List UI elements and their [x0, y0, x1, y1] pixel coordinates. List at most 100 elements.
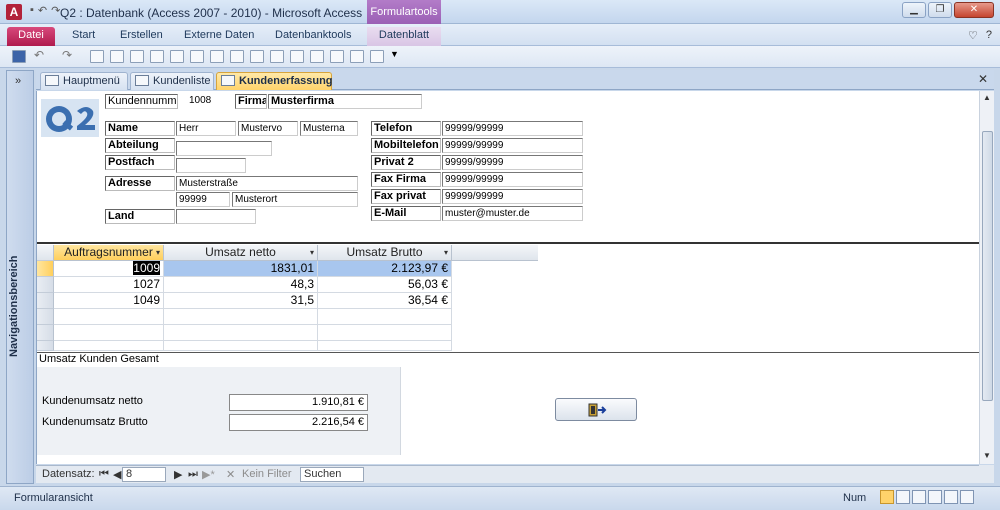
layout-view-icon[interactable] — [944, 490, 958, 504]
kundennummer-field[interactable]: 1008 — [187, 94, 227, 109]
group-icon[interactable] — [330, 50, 344, 63]
table-cell[interactable] — [164, 309, 318, 325]
column-header-auftragsnummer[interactable]: Auftragsnummer ▾ — [54, 245, 164, 261]
pivottable-view-icon[interactable] — [912, 490, 926, 504]
row-selector[interactable] — [37, 277, 54, 293]
scroll-down-icon[interactable]: ▼ — [983, 451, 991, 460]
table-cell[interactable]: 31,5 — [164, 293, 318, 309]
help-icon[interactable]: ? — [986, 29, 992, 42]
tab-externe-daten[interactable]: Externe Daten — [176, 27, 262, 46]
filter-dropdown-icon[interactable]: ▾ — [156, 245, 160, 260]
expand-ribbon-icon[interactable]: ♡ — [968, 29, 978, 42]
table-cell[interactable]: 1027 — [54, 277, 164, 293]
form-design-icon[interactable] — [90, 50, 104, 63]
close-window-icon[interactable]: ✕ — [954, 2, 994, 18]
ort-field[interactable]: Musterort — [232, 192, 358, 207]
undo-icon[interactable]: ↶ — [38, 4, 47, 17]
table-cell[interactable] — [318, 325, 452, 341]
ungroup-icon[interactable] — [350, 50, 364, 63]
redo-icon[interactable]: ↷ — [62, 48, 76, 62]
scroll-thumb[interactable] — [982, 131, 993, 401]
row-selector[interactable] — [37, 325, 54, 341]
align-right-icon[interactable] — [130, 50, 144, 63]
table-cell[interactable] — [164, 341, 318, 351]
minimize-icon[interactable]: ▁ — [902, 2, 926, 18]
scroll-up-icon[interactable]: ▲ — [983, 93, 991, 102]
table-cell[interactable] — [318, 309, 452, 325]
row-selector[interactable] — [37, 261, 54, 277]
fax-privat-field[interactable]: 99999/99999 — [442, 189, 583, 204]
table-cell[interactable] — [318, 341, 452, 351]
datasheet-view-icon[interactable] — [896, 490, 910, 504]
snap-icon[interactable] — [310, 50, 324, 63]
tab-kundenliste[interactable]: Kundenliste — [130, 72, 214, 90]
firma-field[interactable]: Musterfirma — [268, 94, 422, 109]
table-cell[interactable]: 1831,01 — [164, 261, 318, 277]
spacing-horizontal-icon[interactable] — [210, 50, 224, 63]
navigation-pane[interactable]: » Navigationsbereich — [6, 70, 34, 484]
column-header-umsatz-brutto[interactable]: Umsatz Brutto ▾ — [318, 245, 452, 261]
row-selector[interactable] — [37, 341, 54, 351]
tab-hauptmenue[interactable]: Hauptmenü — [40, 72, 128, 90]
tab-datenblatt[interactable]: Datenblatt — [367, 27, 441, 46]
nachname-field[interactable]: Musterna — [300, 121, 358, 136]
tab-erstellen[interactable]: Erstellen — [112, 27, 171, 46]
filter-dropdown-icon[interactable]: ▾ — [444, 245, 448, 260]
telefon-field[interactable]: 99999/99999 — [442, 121, 583, 136]
table-cell[interactable] — [54, 341, 164, 351]
last-record-icon[interactable]: ⏭ — [188, 468, 198, 481]
previous-record-icon[interactable]: ◀ — [113, 468, 121, 481]
align-top-icon[interactable] — [150, 50, 164, 63]
table-cell[interactable]: 48,3 — [164, 277, 318, 293]
restore-icon[interactable]: ❐ — [928, 2, 952, 18]
row-selector[interactable] — [37, 293, 54, 309]
first-record-icon[interactable]: ⏮ — [99, 468, 109, 481]
anchor-icon[interactable] — [370, 50, 384, 63]
table-cell[interactable] — [54, 309, 164, 325]
table-cell[interactable]: 36,54 € — [318, 293, 452, 309]
new-record-icon[interactable]: ▶* — [202, 468, 215, 481]
undo-icon[interactable]: ↶ — [34, 48, 48, 62]
form-view-icon[interactable] — [880, 490, 894, 504]
fax-firma-field[interactable]: 99999/99999 — [442, 172, 583, 187]
table-cell[interactable]: 1009 — [54, 261, 164, 277]
align-bottom-icon[interactable] — [170, 50, 184, 63]
postfach-field[interactable] — [176, 158, 246, 173]
table-cell[interactable] — [54, 325, 164, 341]
brutto-total-field[interactable]: 2.216,54 € — [229, 414, 368, 431]
align-left-icon[interactable] — [110, 50, 124, 63]
netto-total-field[interactable]: 1.910,81 € — [229, 394, 368, 411]
column-header-umsatz-netto[interactable]: Umsatz netto ▾ — [164, 245, 318, 261]
land-field[interactable] — [176, 209, 256, 224]
close-form-button[interactable] — [555, 398, 637, 421]
table-cell[interactable]: 2.123,97 € — [318, 261, 452, 277]
strasse-field[interactable]: Musterstraße — [176, 176, 358, 191]
abteilung-field[interactable] — [176, 141, 272, 156]
tab-datenbanktools[interactable]: Datenbanktools — [267, 27, 359, 46]
customize-dropdown-icon[interactable]: ▼ — [390, 49, 404, 62]
pivotchart-view-icon[interactable] — [928, 490, 942, 504]
select-all-corner[interactable] — [37, 245, 54, 261]
filter-dropdown-icon[interactable]: ▾ — [310, 245, 314, 260]
table-cell[interactable]: 1049 — [54, 293, 164, 309]
size-to-fit-icon[interactable] — [190, 50, 204, 63]
search-input[interactable]: Suchen — [300, 467, 364, 482]
table-cell[interactable]: 56,03 € — [318, 277, 452, 293]
grid-icon[interactable] — [290, 50, 304, 63]
spacing-vertical-icon[interactable] — [230, 50, 244, 63]
save-icon[interactable] — [12, 50, 26, 63]
no-filter-toggle[interactable]: Kein Filter — [242, 468, 292, 480]
design-view-icon[interactable] — [960, 490, 974, 504]
tab-datei[interactable]: Datei — [7, 27, 55, 46]
send-back-icon[interactable] — [270, 50, 284, 63]
anrede-field[interactable]: Herr — [176, 121, 236, 136]
vorname-field[interactable]: Mustervo — [238, 121, 298, 136]
close-document-icon[interactable]: ✕ — [978, 72, 988, 86]
email-field[interactable]: muster@muster.de — [442, 206, 583, 221]
tab-kundenerfassung[interactable]: Kundenerfassung — [216, 72, 333, 90]
save-icon[interactable]: ▪ — [30, 4, 34, 17]
next-record-icon[interactable]: ▶ — [174, 468, 182, 481]
vertical-scrollbar[interactable]: ▲ ▼ — [979, 91, 994, 464]
mobiltelefon-field[interactable]: 99999/99999 — [442, 138, 583, 153]
bring-front-icon[interactable] — [250, 50, 264, 63]
